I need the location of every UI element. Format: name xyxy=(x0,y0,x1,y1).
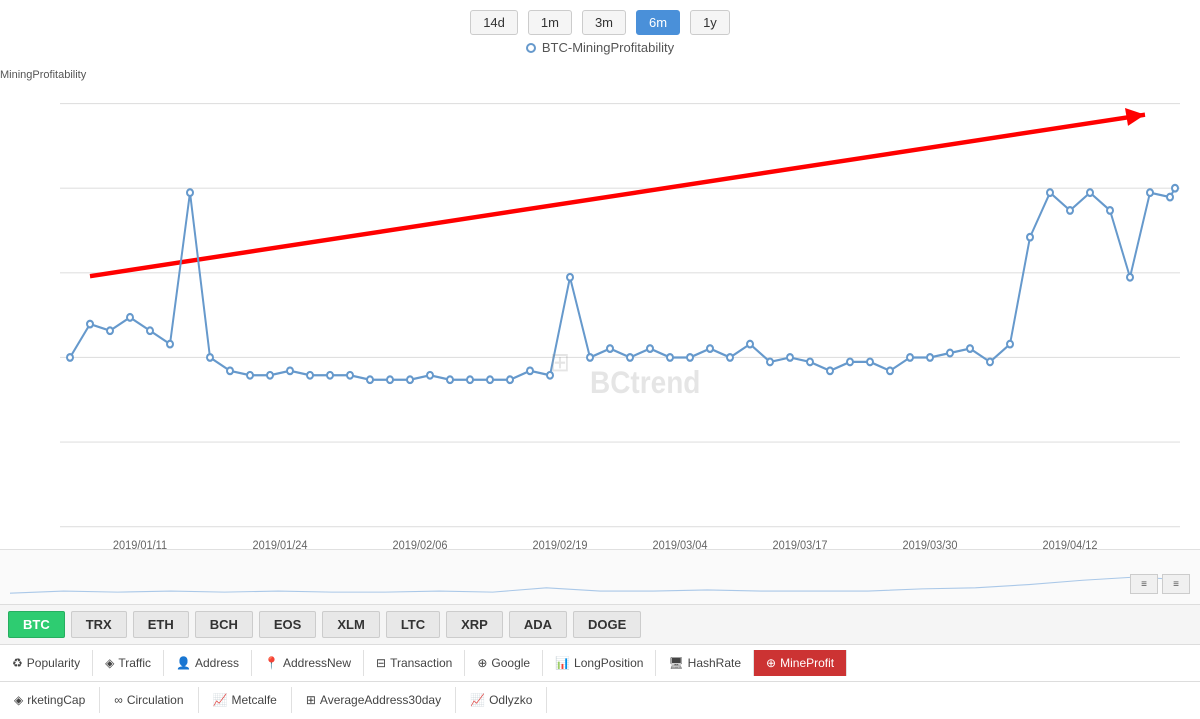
metric-tab-popularity[interactable]: ♻ Popularity xyxy=(0,650,93,676)
bottom-tab-averageaddress30day[interactable]: ⊞ AverageAddress30day xyxy=(292,687,456,713)
svg-text:2019/03/04: 2019/03/04 xyxy=(653,538,708,549)
mineprofit-label: MineProfit xyxy=(780,656,834,670)
bottom-tab-circulation[interactable]: ∞ Circulation xyxy=(100,687,198,713)
traffic-icon: ◈ xyxy=(105,656,114,670)
svg-text:2019/03/17: 2019/03/17 xyxy=(773,538,828,549)
longposition-icon: 📊 xyxy=(555,656,570,670)
metric-tab-longposition[interactable]: 📊 LongPosition xyxy=(543,650,656,676)
marketingcap-icon: ◈ xyxy=(14,693,23,707)
circulation-icon: ∞ xyxy=(114,693,123,707)
longposition-label: LongPosition xyxy=(574,656,643,670)
circulation-label: Circulation xyxy=(127,693,184,707)
metric-tab-hashrate[interactable]: 🖥 HashRate xyxy=(656,650,754,676)
time-btn-6m[interactable]: 6m xyxy=(636,10,680,35)
coin-tabs: BTC TRX ETH BCH EOS XLM LTC XRP ADA DOGE xyxy=(0,604,1200,644)
time-btn-3m[interactable]: 3m xyxy=(582,10,626,35)
addressnew-icon: 📍 xyxy=(264,656,279,670)
google-icon: ⊕ xyxy=(477,656,487,670)
odlyzko-label: Odlyzko xyxy=(489,693,532,707)
metric-tab-google[interactable]: ⊕ Google xyxy=(465,650,543,676)
addressnew-label: AddressNew xyxy=(283,656,351,670)
coin-tab-trx[interactable]: TRX xyxy=(71,611,127,638)
mini-icon-1[interactable]: ≡ xyxy=(1130,574,1158,594)
coin-tab-xrp[interactable]: XRP xyxy=(446,611,503,638)
mini-icon-2[interactable]: ≡ xyxy=(1162,574,1190,594)
svg-text:2019/01/24: 2019/01/24 xyxy=(253,538,308,549)
mini-chart-svg xyxy=(10,550,1190,604)
odlyzko-icon: 📈 xyxy=(470,693,485,707)
traffic-label: Traffic xyxy=(118,656,151,670)
mineprofit-icon: ⊕ xyxy=(766,656,776,670)
coin-tab-ada[interactable]: ADA xyxy=(509,611,567,638)
svg-text:2019/04/12: 2019/04/12 xyxy=(1043,538,1098,549)
transaction-label: Transaction xyxy=(390,656,452,670)
coin-tab-bch[interactable]: BCH xyxy=(195,611,253,638)
coin-tab-ltc[interactable]: LTC xyxy=(386,611,440,638)
svg-text:2019/02/06: 2019/02/06 xyxy=(393,538,448,549)
chart-svg: 0.25 0.2 0.15 0.1 0.05 0 2019/01/11 2019… xyxy=(60,59,1180,549)
time-controls: 14d 1m 3m 6m 1y xyxy=(0,0,1200,40)
chart-svg-wrapper: 0.25 0.2 0.15 0.1 0.05 0 2019/01/11 2019… xyxy=(60,59,1180,549)
coin-tab-eth[interactable]: ETH xyxy=(133,611,189,638)
address-label: Address xyxy=(195,656,239,670)
metric-tab-mineprofit[interactable]: ⊕ MineProfit xyxy=(754,650,847,676)
mini-chart-icons: ≡ ≡ xyxy=(1130,574,1190,594)
bottom-tabs: ◈ rketingCap ∞ Circulation 📈 Metcalfe ⊞ … xyxy=(0,681,1200,718)
coin-tab-xlm[interactable]: XLM xyxy=(322,611,379,638)
metric-tab-transaction[interactable]: ⊟ Transaction xyxy=(364,650,465,676)
metric-tab-traffic[interactable]: ◈ Traffic xyxy=(93,650,164,676)
coin-tab-eos[interactable]: EOS xyxy=(259,611,316,638)
popularity-icon: ♻ xyxy=(12,656,23,670)
legend-dot xyxy=(526,43,536,53)
svg-text:BCtrend: BCtrend xyxy=(590,366,700,401)
legend-label: BTC-MiningProfitability xyxy=(542,40,674,55)
metric-tabs: ♻ Popularity ◈ Traffic 👤 Address 📍 Addre… xyxy=(0,644,1200,681)
svg-text:2019/01/11: 2019/01/11 xyxy=(113,538,167,549)
metric-tab-addressnew[interactable]: 📍 AddressNew xyxy=(252,650,364,676)
mini-chart: ≡ ≡ xyxy=(0,549,1200,604)
metcalfe-icon: 📈 xyxy=(213,693,228,707)
coin-tab-btc[interactable]: BTC xyxy=(8,611,65,638)
svg-text:2019/03/30: 2019/03/30 xyxy=(903,538,958,549)
bottom-tab-marketingcap[interactable]: ◈ rketingCap xyxy=(0,687,100,713)
address-icon: 👤 xyxy=(176,656,191,670)
coin-tab-doge[interactable]: DOGE xyxy=(573,611,641,638)
popularity-label: Popularity xyxy=(27,656,80,670)
time-btn-1y[interactable]: 1y xyxy=(690,10,730,35)
metcalfe-label: Metcalfe xyxy=(231,693,276,707)
google-label: Google xyxy=(491,656,530,670)
marketingcap-label: rketingCap xyxy=(27,693,85,707)
time-btn-14d[interactable]: 14d xyxy=(470,10,518,35)
svg-text:⊞: ⊞ xyxy=(550,348,570,377)
svg-text:2019/02/19: 2019/02/19 xyxy=(533,538,588,549)
hashrate-label: HashRate xyxy=(688,656,741,670)
averageaddress30day-label: AverageAddress30day xyxy=(320,693,441,707)
chart-container: MiningProfitability 0.25 0.2 0.15 0.1 0.… xyxy=(0,59,1200,549)
bottom-tab-metcalfe[interactable]: 📈 Metcalfe xyxy=(199,687,292,713)
hashrate-icon: 🖥 xyxy=(668,656,683,670)
metric-tab-address[interactable]: 👤 Address xyxy=(164,650,252,676)
time-btn-1m[interactable]: 1m xyxy=(528,10,572,35)
transaction-icon: ⊟ xyxy=(376,656,386,670)
bottom-tab-odlyzko[interactable]: 📈 Odlyzko xyxy=(456,687,547,713)
chart-legend: BTC-MiningProfitability xyxy=(0,40,1200,55)
averageaddress30day-icon: ⊞ xyxy=(306,693,316,707)
